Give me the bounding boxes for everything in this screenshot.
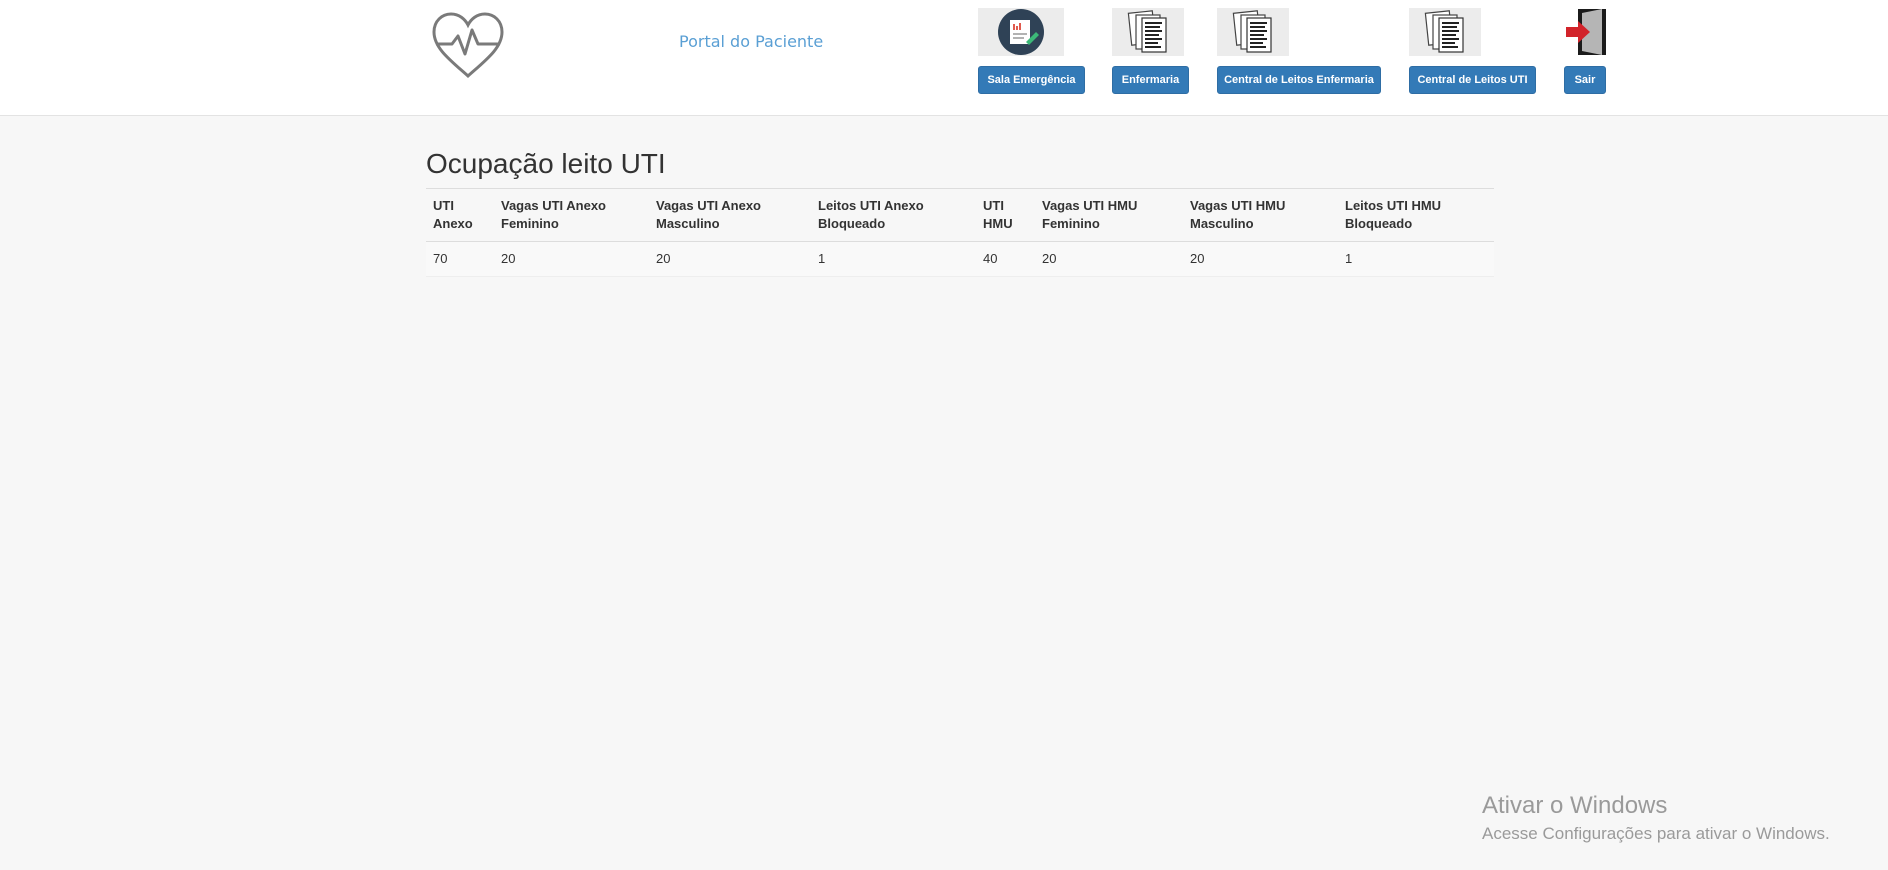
nav-button-enfermaria[interactable]: Enfermaria xyxy=(1112,66,1189,94)
table-cell: 20 xyxy=(1035,241,1183,277)
documents-icon[interactable] xyxy=(1409,8,1481,56)
column-header: Leitos UTI HMU Bloqueado xyxy=(1338,188,1494,242)
nav-button-central-leitos-enfermaria[interactable]: Central de Leitos Enfermaria xyxy=(1217,66,1381,94)
table-cell: 1 xyxy=(811,241,976,277)
nav-button-sair[interactable]: Sair xyxy=(1564,66,1606,94)
column-header: Vagas UTI Anexo Feminino xyxy=(494,188,649,242)
table-cell: 20 xyxy=(494,241,649,277)
table-header-row: UTI Anexo Vagas UTI Anexo Feminino Vagas… xyxy=(426,188,1494,242)
column-header: UTI Anexo xyxy=(426,188,494,242)
main-content: Ocupação leito UTI UTI Anexo Vagas UTI A… xyxy=(426,148,1494,277)
portal-title[interactable]: Portal do Paciente xyxy=(679,32,823,51)
column-header: UTI HMU xyxy=(976,188,1035,242)
emergency-report-icon[interactable] xyxy=(978,8,1064,56)
watermark-title: Ativar o Windows xyxy=(1482,792,1668,819)
page-title: Ocupação leito UTI xyxy=(426,148,666,179)
table-row: 70 20 20 1 40 20 20 1 xyxy=(426,241,1494,277)
table-cell: 1 xyxy=(1338,241,1494,277)
column-header: Vagas UTI HMU Feminino xyxy=(1035,188,1183,242)
table-cell: 40 xyxy=(976,241,1035,277)
column-header: Vagas UTI Anexo Masculino xyxy=(649,188,811,242)
nav-button-central-leitos-uti[interactable]: Central de Leitos UTI xyxy=(1409,66,1536,94)
nav-button-sala-emergencia[interactable]: Sala Emergência xyxy=(978,66,1085,94)
documents-icon[interactable] xyxy=(1217,8,1289,56)
top-header: Portal do Paciente Sala Emergência Enfer… xyxy=(0,0,1888,116)
documents-icon[interactable] xyxy=(1112,8,1184,56)
watermark-subtitle: Acesse Configurações para ativar o Windo… xyxy=(1482,824,1830,843)
table-cell: 20 xyxy=(1183,241,1338,277)
windows-activation-watermark: Ativar o Windows Acesse Configurações pa… xyxy=(1482,792,1830,844)
table-cell: 70 xyxy=(426,241,494,277)
column-header: Leitos UTI Anexo Bloqueado xyxy=(811,188,976,242)
uti-occupancy-table: UTI Anexo Vagas UTI Anexo Feminino Vagas… xyxy=(426,188,1494,277)
column-header: Vagas UTI HMU Masculino xyxy=(1183,188,1338,242)
table-cell: 20 xyxy=(649,241,811,277)
heart-pulse-logo-icon xyxy=(432,12,504,79)
exit-door-icon[interactable] xyxy=(1564,8,1608,56)
